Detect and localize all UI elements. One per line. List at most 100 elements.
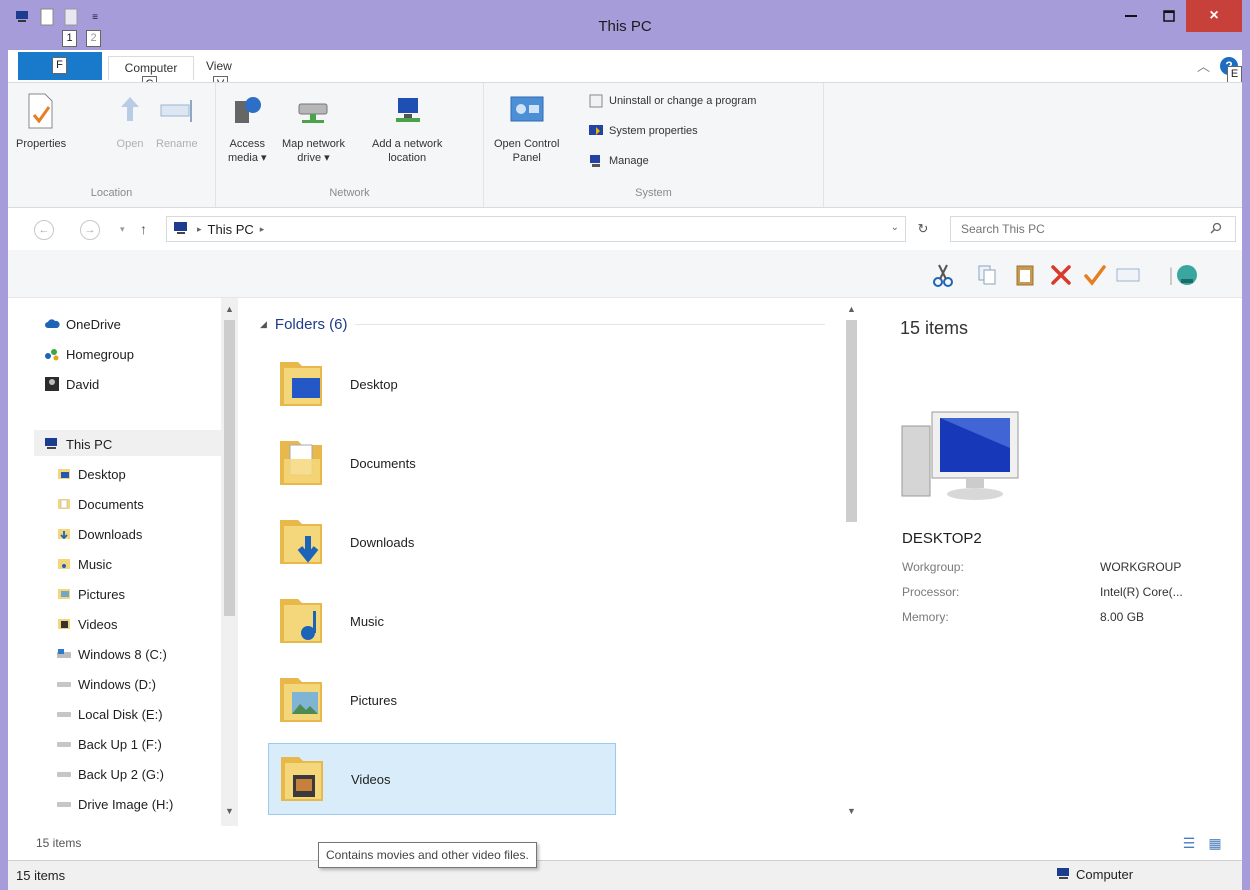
properties-button[interactable]: Properties [16,91,66,151]
system-drive-icon [56,646,72,662]
collapse-group-icon[interactable]: ◢ [260,319,267,330]
delete-icon[interactable] [1048,262,1074,288]
access-media-label-1: Access [229,138,265,150]
tab-view[interactable]: View [206,59,232,73]
downloads-folder-icon [56,526,72,542]
minimize-ribbon-chevron-icon[interactable]: ︿ [1197,56,1210,75]
nav-scrollbar[interactable]: ▲ ▼ [221,298,238,826]
window-status-count: 15 items [16,868,66,883]
breadcrumb-separator-icon[interactable]: ▸ [197,224,202,235]
map-network-drive-button[interactable]: Map network drive ▾ [282,91,345,165]
rename-button[interactable]: Rename [156,91,198,151]
documents-folder-icon [56,496,72,512]
nav-item-onedrive[interactable]: OneDrive [44,312,121,336]
nav-scroll-thumb[interactable] [224,320,235,616]
content-scroll-up-icon[interactable]: ▲ [843,304,860,318]
nav-item-drive-g[interactable]: Back Up 2 (G:) [56,762,164,786]
nav-item-this-pc[interactable]: This PC [44,432,112,456]
system-properties-button[interactable]: System properties [588,123,698,139]
uninstall-program-button[interactable]: Uninstall or change a program [588,93,756,109]
nav-item-drive-h[interactable]: Drive Image (H:) [56,792,173,816]
folder-item-videos[interactable]: Videos [268,743,616,815]
nav-item-label: David [66,376,100,392]
nav-scroll-down-icon[interactable]: ▼ [221,806,238,820]
search-icon[interactable] [1210,222,1222,237]
address-bar[interactable]: ▸ This PC ▸ ⌄ [166,216,906,242]
content-scroll-down-icon[interactable]: ▼ [843,806,860,820]
folder-tooltip: Contains movies and other video files. [318,842,537,868]
nav-scroll-up-icon[interactable]: ▲ [221,304,238,318]
maximize-button[interactable] [1154,0,1184,32]
explorer-status-bar: 15 items ☰ ▦ [8,826,1242,860]
title-bar[interactable]: ≡ 1 2 This PC × [0,0,1250,50]
nav-item-drive-d[interactable]: Windows (D:) [56,672,156,696]
map-network-drive-icon [295,91,331,131]
open-button[interactable]: Open [112,91,148,151]
checkmark-icon[interactable] [1082,262,1108,288]
nav-item-label: Documents [78,496,144,512]
nav-item-downloads[interactable]: Downloads [56,522,142,546]
add-network-location-button[interactable]: Add a network location [372,91,442,165]
copy-icon[interactable] [974,262,1000,288]
pictures-folder-icon [274,672,330,728]
open-control-panel-label-2: Panel [512,152,541,164]
desktop-folder-icon [56,466,72,482]
group-divider [355,324,826,325]
nav-item-documents[interactable]: Documents [56,492,144,516]
folder-item-documents[interactable]: Documents [268,427,616,499]
tab-file[interactable]: F [18,52,102,80]
nav-item-label: Desktop [78,466,126,482]
open-control-panel-label-1: Open Control [494,138,560,150]
computer-icon [173,221,191,238]
content-scroll-thumb[interactable] [846,320,857,522]
back-button[interactable]: ← [34,220,54,240]
folder-item-pictures[interactable]: Pictures [268,664,616,736]
close-button[interactable]: × [1186,0,1242,32]
details-view-icon[interactable]: ☰ [1180,834,1198,852]
nav-item-drive-f[interactable]: Back Up 1 (F:) [56,732,162,756]
forward-button[interactable]: → [80,220,100,240]
memory-value: 8.00 GB [1100,610,1145,624]
downloads-folder-icon [274,514,330,570]
nav-item-music[interactable]: Music [56,552,112,576]
add-network-location-icon [389,91,425,131]
folder-item-downloads[interactable]: Downloads [268,506,616,578]
folder-item-music[interactable]: Music [268,585,616,657]
nav-item-label: Windows (D:) [78,676,157,692]
access-media-icon [229,91,265,131]
up-button[interactable]: ↑ [140,221,147,237]
large-icons-view-icon[interactable]: ▦ [1206,834,1224,852]
open-control-panel-button[interactable]: Open Control Panel [494,91,559,165]
uninstall-label: Uninstall or change a program [609,95,757,107]
search-input[interactable] [950,216,1236,242]
folder-item-desktop[interactable]: Desktop [268,348,616,420]
keytip-help: E [1227,66,1242,83]
network-globe-icon[interactable] [1174,262,1200,288]
breadcrumb-this-pc[interactable]: This PC [208,222,254,237]
window-title: This PC [598,18,652,35]
breadcrumb-chevron-icon[interactable]: ▸ [260,224,265,235]
system-properties-icon [588,123,604,139]
details-item-count: 15 items [900,318,969,338]
nav-item-drive-c[interactable]: Windows 8 (C:) [56,642,167,666]
nav-item-drive-e[interactable]: Local Disk (E:) [56,702,163,726]
ribbon: Properties Open Rename Location Access m… [8,82,1242,208]
cut-icon[interactable] [930,262,956,288]
navigation-pane: OneDrive Homegroup David This PC Desktop… [8,298,240,826]
uninstall-icon [588,93,604,109]
address-dropdown-icon[interactable]: ⌄ [891,222,899,233]
nav-item-videos[interactable]: Videos [56,612,118,636]
folders-group-header[interactable]: ◢ Folders (6) [260,316,826,333]
manage-button[interactable]: Manage [588,153,649,169]
refresh-button[interactable]: ↻ [908,216,938,242]
minimize-button[interactable] [1108,0,1154,32]
nav-item-david[interactable]: David [44,372,99,396]
paste-icon[interactable] [1012,262,1038,288]
recent-locations-chevron-icon[interactable]: ▾ [120,224,125,235]
nav-item-desktop[interactable]: Desktop [56,462,126,486]
content-scrollbar[interactable]: ▲ ▼ [843,298,860,826]
nav-item-pictures[interactable]: Pictures [56,582,125,606]
nav-item-homegroup[interactable]: Homegroup [44,342,134,366]
rename-field-icon[interactable] [1116,262,1142,288]
access-media-button[interactable]: Access media ▾ [228,91,267,165]
